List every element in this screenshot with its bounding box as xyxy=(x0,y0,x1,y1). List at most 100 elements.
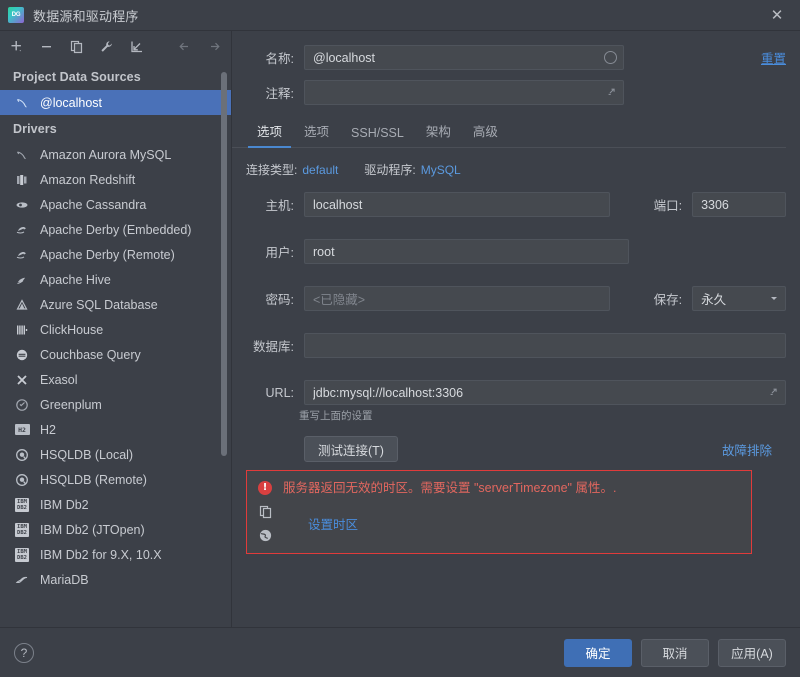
derby-hat-icon xyxy=(13,223,31,237)
driver-item-greenplum[interactable]: Greenplum xyxy=(0,392,231,417)
password-row: 密码: <已隐藏> 保存: 永久 xyxy=(232,286,786,311)
driver-item-derby-remote[interactable]: Apache Derby (Remote) xyxy=(0,242,231,267)
comment-input[interactable] xyxy=(304,80,624,105)
driver-label: ClickHouse xyxy=(40,323,103,337)
add-icon[interactable] xyxy=(8,38,25,55)
name-label: 名称: xyxy=(246,48,294,67)
tab-options[interactable]: 选项 xyxy=(293,121,340,147)
set-timezone-link[interactable]: 设置时区 xyxy=(308,514,616,533)
save-dropdown[interactable]: 永久 xyxy=(692,286,786,311)
name-row: 名称: @localhost 重置 xyxy=(232,45,786,70)
test-row: 测试连接(T) 故障排除 xyxy=(232,436,786,462)
driver-item-hsqldb-local[interactable]: HSQLDB (Local) xyxy=(0,442,231,467)
driver-item-aurora-mysql[interactable]: Amazon Aurora MySQL xyxy=(0,142,231,167)
troubleshoot-link[interactable]: 故障排除 xyxy=(722,440,772,459)
driver-item-azure-sql[interactable]: Azure SQL Database xyxy=(0,292,231,317)
error-icon-column: ! xyxy=(247,478,283,553)
tab-ssh-ssl[interactable]: SSH/SSL xyxy=(340,126,415,147)
title-bar: 数据源和驱动程序 ✕ xyxy=(0,0,800,31)
driver-label: H2 xyxy=(40,423,56,437)
project-data-sources-title: Project Data Sources xyxy=(0,63,231,90)
forward-arrow-icon[interactable] xyxy=(206,38,223,55)
apply-button[interactable]: 应用(A) xyxy=(718,639,786,667)
test-connection-button[interactable]: 测试连接(T) xyxy=(304,436,398,462)
ok-button[interactable]: 确定 xyxy=(564,639,632,667)
driver-item-couchbase[interactable]: Couchbase Query xyxy=(0,342,231,367)
driver-item-mariadb[interactable]: MariaDB xyxy=(0,567,231,592)
driver-item-ibm-db2-jtopen[interactable]: IBMDB2 IBM Db2 (JTOpen) xyxy=(0,517,231,542)
h2-icon: H2 xyxy=(13,424,31,435)
hsqldb-icon xyxy=(13,448,31,462)
driver-item-cassandra[interactable]: Apache Cassandra xyxy=(0,192,231,217)
driver-item-ibm-db2-9x-10x[interactable]: IBMDB2 IBM Db2 for 9.X, 10.X xyxy=(0,542,231,567)
url-row: URL: jdbc:mysql://localhost:3306 xyxy=(232,380,786,405)
driver-item-clickhouse[interactable]: ClickHouse xyxy=(0,317,231,342)
ibm-db2-icon: IBMDB2 xyxy=(13,548,31,562)
back-arrow-icon[interactable] xyxy=(176,38,193,55)
color-circle-icon[interactable] xyxy=(604,51,617,64)
drivers-title: Drivers xyxy=(0,115,231,142)
wrench-icon[interactable] xyxy=(98,38,115,55)
hive-bee-icon xyxy=(13,273,31,287)
driver-label: Greenplum xyxy=(40,398,102,412)
password-input[interactable]: <已隐藏> xyxy=(304,286,610,311)
redshift-icon xyxy=(13,173,31,187)
globe-icon[interactable] xyxy=(258,528,273,543)
driver-item-hsqldb-remote[interactable]: HSQLDB (Remote) xyxy=(0,467,231,492)
url-value: jdbc:mysql://localhost:3306 xyxy=(313,386,764,400)
left-scrollbar[interactable] xyxy=(221,72,227,456)
driver-item-ibm-db2[interactable]: IBMDB2 IBM Db2 xyxy=(0,492,231,517)
left-tree[interactable]: Project Data Sources @localhost Drivers xyxy=(0,61,231,627)
expand-icon[interactable] xyxy=(764,386,779,400)
copy-icon[interactable] xyxy=(68,38,85,55)
import-icon[interactable] xyxy=(128,38,145,55)
dialog-body: Project Data Sources @localhost Drivers xyxy=(0,31,800,627)
driver-label: MariaDB xyxy=(40,573,89,587)
name-input[interactable]: @localhost xyxy=(304,45,624,70)
driver-item-redshift[interactable]: Amazon Redshift xyxy=(0,167,231,192)
copy-icon[interactable] xyxy=(258,504,273,519)
close-icon[interactable]: ✕ xyxy=(764,3,790,27)
sidebar-item-localhost[interactable]: @localhost xyxy=(0,90,231,115)
user-value: root xyxy=(313,245,622,259)
database-input[interactable] xyxy=(304,333,786,358)
driver-item-hive[interactable]: Apache Hive xyxy=(0,267,231,292)
driver-label: IBM Db2 (JTOpen) xyxy=(40,523,145,537)
error-badge-icon: ! xyxy=(258,481,272,495)
footer-buttons: 确定 取消 应用(A) xyxy=(564,639,786,667)
cancel-button[interactable]: 取消 xyxy=(641,639,709,667)
driver-item-exasol[interactable]: Exasol xyxy=(0,367,231,392)
chevron-down-icon[interactable] xyxy=(769,292,779,306)
host-label: 主机: xyxy=(246,195,294,214)
mysql-icon xyxy=(13,96,31,110)
driver-item-derby-embedded[interactable]: Apache Derby (Embedded) xyxy=(0,217,231,242)
driver-label: Exasol xyxy=(40,373,78,387)
connection-type-value[interactable]: default xyxy=(302,163,338,177)
tab-general[interactable]: 选项 xyxy=(246,121,293,147)
host-input[interactable]: localhost xyxy=(304,192,610,217)
driver-item-h2[interactable]: H2 H2 xyxy=(0,417,231,442)
dialog-footer: ? 确定 取消 应用(A) xyxy=(0,627,800,677)
user-input[interactable]: root xyxy=(304,239,629,264)
port-value: 3306 xyxy=(701,198,779,212)
url-input[interactable]: jdbc:mysql://localhost:3306 xyxy=(304,380,786,405)
expand-icon[interactable] xyxy=(602,86,617,100)
host-row: 主机: localhost 端口: 3306 xyxy=(232,192,786,217)
port-input[interactable]: 3306 xyxy=(692,192,786,217)
remove-icon[interactable] xyxy=(38,38,55,55)
error-body: 服务器返回无效的时区。需要设置 "serverTimezone" 属性。. 设置… xyxy=(283,478,616,553)
connection-type-row: 连接类型: default 驱动程序: MySQL xyxy=(232,161,786,178)
driver-label: Apache Derby (Remote) xyxy=(40,248,175,262)
help-button[interactable]: ? xyxy=(14,643,34,663)
datasources-dialog: 数据源和驱动程序 ✕ xyxy=(0,0,800,677)
driver-field-value[interactable]: MySQL xyxy=(421,163,461,177)
driver-label: Apache Cassandra xyxy=(40,198,146,212)
comment-label: 注释: xyxy=(246,83,294,102)
error-panel: ! 服务器返回无效的时区。需要设 xyxy=(246,470,752,554)
driver-label: HSQLDB (Local) xyxy=(40,448,133,462)
tab-advanced[interactable]: 高级 xyxy=(462,121,509,147)
port-label: 端口: xyxy=(634,195,682,214)
reset-link[interactable]: 重置 xyxy=(761,48,786,67)
driver-label: Amazon Redshift xyxy=(40,173,135,187)
tab-schemas[interactable]: 架构 xyxy=(415,121,462,147)
